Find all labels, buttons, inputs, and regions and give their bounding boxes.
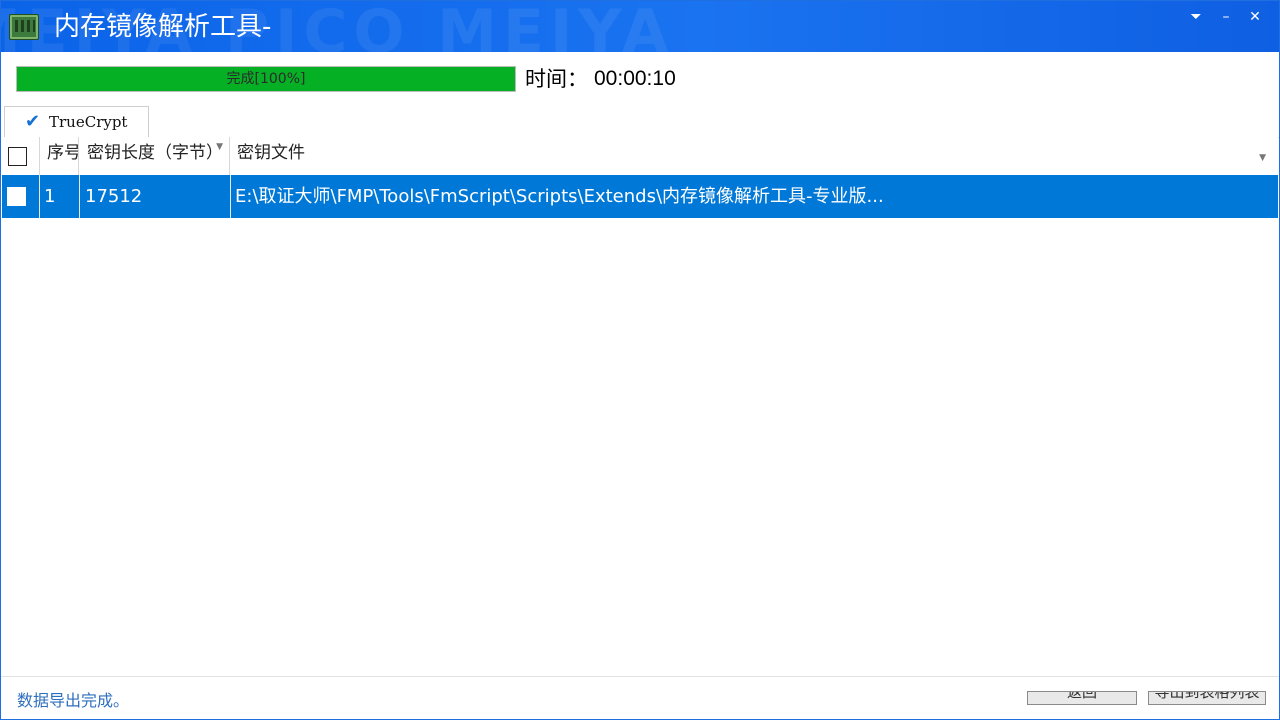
row-key-length: 17512	[81, 175, 231, 218]
close-button[interactable]: ✕	[1244, 7, 1266, 27]
app-window: MEIYA PICO MEIYA 内存镜像解析工具- ⏷ – ✕ 完成[100%…	[0, 0, 1280, 720]
header-index-label: 序号	[47, 143, 79, 163]
check-icon: ✔	[25, 111, 41, 132]
filter-icon[interactable]: ▼	[216, 137, 223, 163]
header-select-all-cell	[2, 137, 40, 175]
progress-label: 完成[100%]	[226, 71, 306, 87]
header-key-length[interactable]: 密钥长度（字节） ▼	[79, 137, 230, 175]
elapsed-time: 00:00:10	[594, 67, 676, 90]
minimize-button[interactable]: –	[1215, 7, 1237, 27]
table-row[interactable]: 1 17512 E:\取证大师\FMP\Tools\FmScript\Scrip…	[2, 175, 1278, 218]
window-title: 内存镜像解析工具-	[54, 12, 272, 42]
back-button[interactable]: 返回	[1027, 691, 1137, 705]
export-button-label: 导出到表格列表	[1154, 691, 1260, 701]
progress-bar: 完成[100%]	[16, 66, 516, 92]
header-key-length-label: 密钥长度（字节）	[87, 143, 223, 163]
memory-chip-icon	[9, 14, 39, 40]
dropdown-menu-icon[interactable]: ⏷	[1185, 7, 1207, 27]
header-index[interactable]: 序号	[40, 137, 79, 175]
row-key-file: E:\取证大师\FMP\Tools\FmScript\Scripts\Exten…	[235, 186, 884, 207]
header-key-file-label: 密钥文件	[237, 143, 305, 163]
row-checkbox-cell	[2, 175, 40, 218]
export-button[interactable]: 导出到表格列表	[1148, 691, 1266, 705]
sort-arrow-icon[interactable]: ▼	[1259, 142, 1266, 174]
tab-truecrypt[interactable]: ✔ TrueCrypt	[4, 106, 149, 139]
title-bar[interactable]: MEIYA PICO MEIYA 内存镜像解析工具- ⏷ – ✕	[1, 1, 1279, 52]
row-index: 1	[40, 175, 80, 218]
status-message: 数据导出完成。	[17, 691, 130, 710]
time-label: 时间：	[525, 67, 588, 91]
tab-label: TrueCrypt	[49, 113, 128, 131]
back-button-label: 返回	[1066, 691, 1097, 701]
select-all-checkbox[interactable]	[8, 147, 27, 166]
status-bar: 数据导出完成。 返回 导出到表格列表	[1, 676, 1279, 719]
header-key-file[interactable]: 密钥文件 ▼	[230, 137, 1278, 175]
row-checkbox[interactable]	[7, 187, 26, 206]
